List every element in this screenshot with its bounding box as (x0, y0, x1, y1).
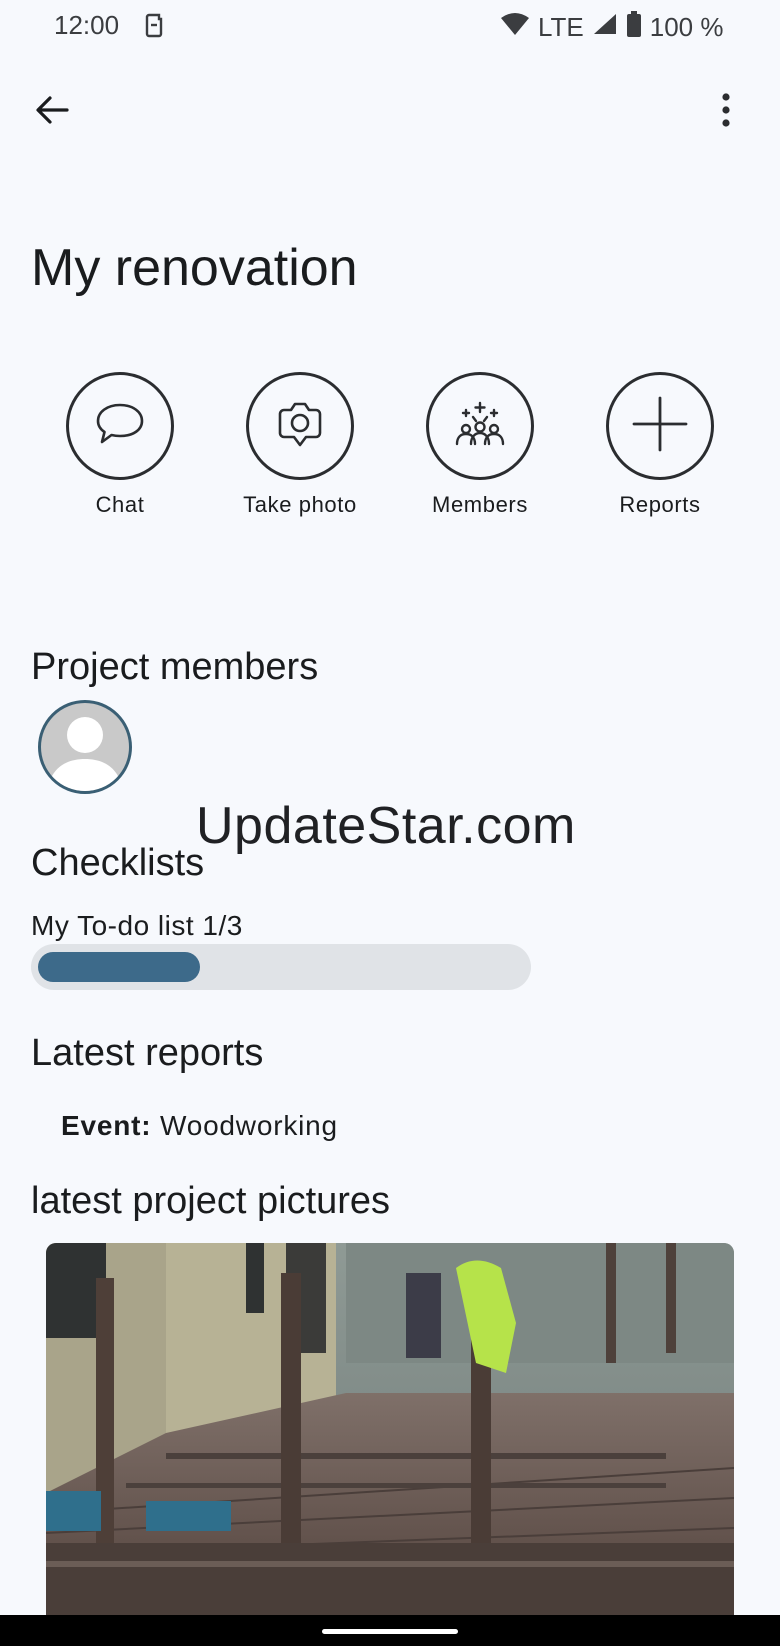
wifi-icon (500, 12, 530, 43)
arrow-back-icon (35, 95, 69, 130)
battery-icon (626, 10, 642, 45)
status-indicators: LTE 100 % (500, 10, 724, 45)
latest-pictures-heading: latest project pictures (31, 1180, 391, 1222)
page-title: My renovation (31, 239, 358, 297)
project-members-heading: Project members (31, 646, 319, 688)
latest-reports-heading: Latest reports (31, 1032, 264, 1074)
avatar[interactable] (38, 700, 132, 794)
members-action-button[interactable] (426, 372, 534, 480)
take-photo-action-button[interactable] (246, 372, 354, 480)
gesture-handle[interactable] (322, 1629, 458, 1634)
take-photo-action[interactable]: Take photo (225, 372, 375, 518)
back-button[interactable] (28, 88, 76, 136)
overflow-menu-button[interactable] (702, 88, 750, 136)
network-type: LTE (538, 12, 584, 42)
checklists-heading: Checklists (31, 842, 205, 884)
project-photo[interactable] (46, 1243, 734, 1615)
status-bar: 12:00 LTE 100 % (0, 0, 780, 56)
reports-action[interactable]: Reports (585, 372, 735, 518)
status-time: 12:00 (54, 10, 120, 40)
members-icon (452, 400, 508, 453)
take-photo-action-label: Take photo (243, 492, 357, 517)
plus-icon (630, 394, 690, 459)
watermark: UpdateStar.com (196, 797, 576, 855)
report-event-value: Woodworking (159, 1110, 338, 1141)
report-event-key: Event: (61, 1110, 152, 1141)
reports-action-label: Reports (619, 492, 701, 517)
checklist-progress-fill (38, 952, 200, 982)
deck-photo-image (46, 1243, 734, 1615)
chat-action[interactable]: Chat (45, 372, 195, 518)
chat-action-label: Chat (95, 492, 145, 517)
battery-level: 100 % (649, 12, 724, 42)
camera-icon (274, 399, 326, 454)
chat-bubble-icon (94, 401, 146, 452)
more-vert-icon (721, 92, 731, 132)
members-action[interactable]: Members (405, 372, 555, 518)
members-action-label: Members (432, 492, 528, 517)
person-avatar-icon (41, 717, 129, 791)
sim-card-icon (144, 12, 164, 43)
checklist-name[interactable]: My To-do list 1/3 (31, 910, 243, 942)
reports-action-button[interactable] (606, 372, 714, 480)
chat-action-button[interactable] (66, 372, 174, 480)
signal-icon (592, 12, 618, 43)
report-item[interactable]: Event: Woodworking (61, 1110, 338, 1142)
